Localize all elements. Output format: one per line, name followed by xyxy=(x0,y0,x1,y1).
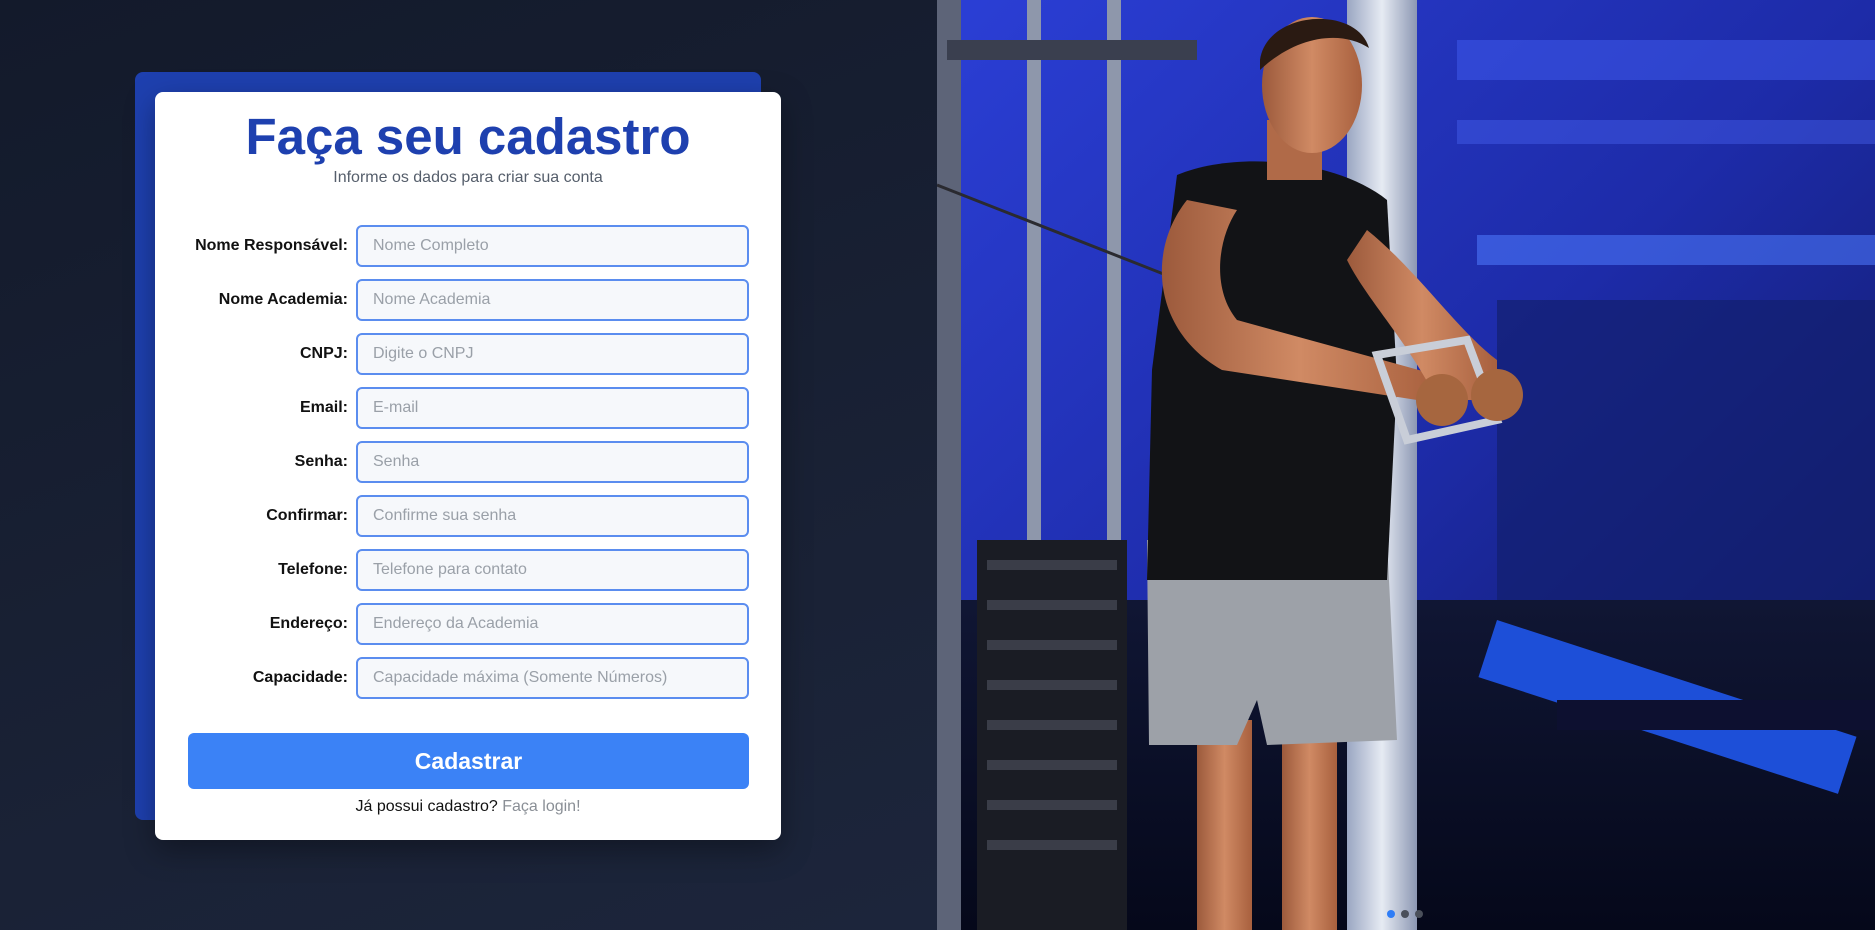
login-link[interactable]: Faça login! xyxy=(502,798,580,815)
page-title: Faça seu cadastro xyxy=(245,108,691,165)
confirm-password-input[interactable] xyxy=(356,495,749,537)
carousel-dot-3[interactable] xyxy=(1415,910,1423,918)
field-row-telefone: Telefone: xyxy=(155,549,781,591)
gym-photo-icon xyxy=(937,0,1875,930)
telefone-label: Telefone: xyxy=(278,561,348,578)
page-subtitle: Informe os dados para criar sua conta xyxy=(333,169,603,186)
login-prompt: Já possui cadastro? Faça login! xyxy=(155,798,781,816)
field-row-responsavel: Nome Responsável: xyxy=(155,225,781,267)
cnpj-input[interactable] xyxy=(356,333,749,375)
gym-photo xyxy=(937,0,1875,930)
signup-card: Faça seu cadastro Informe os dados para … xyxy=(155,92,781,840)
login-prompt-text: Já possui cadastro? xyxy=(355,798,498,815)
password-input[interactable] xyxy=(356,441,749,483)
endereco-label: Endereço: xyxy=(269,615,348,632)
field-row-endereco: Endereço: xyxy=(155,603,781,645)
phone-input[interactable] xyxy=(356,549,749,591)
carousel-dot-2[interactable] xyxy=(1401,910,1409,918)
address-input[interactable] xyxy=(356,603,749,645)
field-row-capacidade: Capacidade: xyxy=(155,657,781,699)
confirmar-label: Confirmar: xyxy=(266,507,348,524)
carousel-dot-1[interactable] xyxy=(1387,910,1395,918)
senha-label: Senha: xyxy=(294,453,348,470)
field-row-cnpj: CNPJ: xyxy=(155,333,781,375)
email-input[interactable] xyxy=(356,387,749,429)
field-row-academia: Nome Academia: xyxy=(155,279,781,321)
responsavel-label: Nome Responsável: xyxy=(195,237,348,254)
submit-button[interactable]: Cadastrar xyxy=(188,733,749,789)
capacidade-label: Capacidade: xyxy=(252,669,348,686)
email-label: Email: xyxy=(299,399,348,416)
academia-label: Nome Academia: xyxy=(218,291,348,308)
responsavel-input[interactable] xyxy=(356,225,749,267)
field-row-senha: Senha: xyxy=(155,441,781,483)
capacity-input[interactable] xyxy=(356,657,749,699)
field-row-confirmar: Confirmar: xyxy=(155,495,781,537)
cnpj-label: CNPJ: xyxy=(299,345,348,362)
field-row-email: Email: xyxy=(155,387,781,429)
academia-input[interactable] xyxy=(356,279,749,321)
